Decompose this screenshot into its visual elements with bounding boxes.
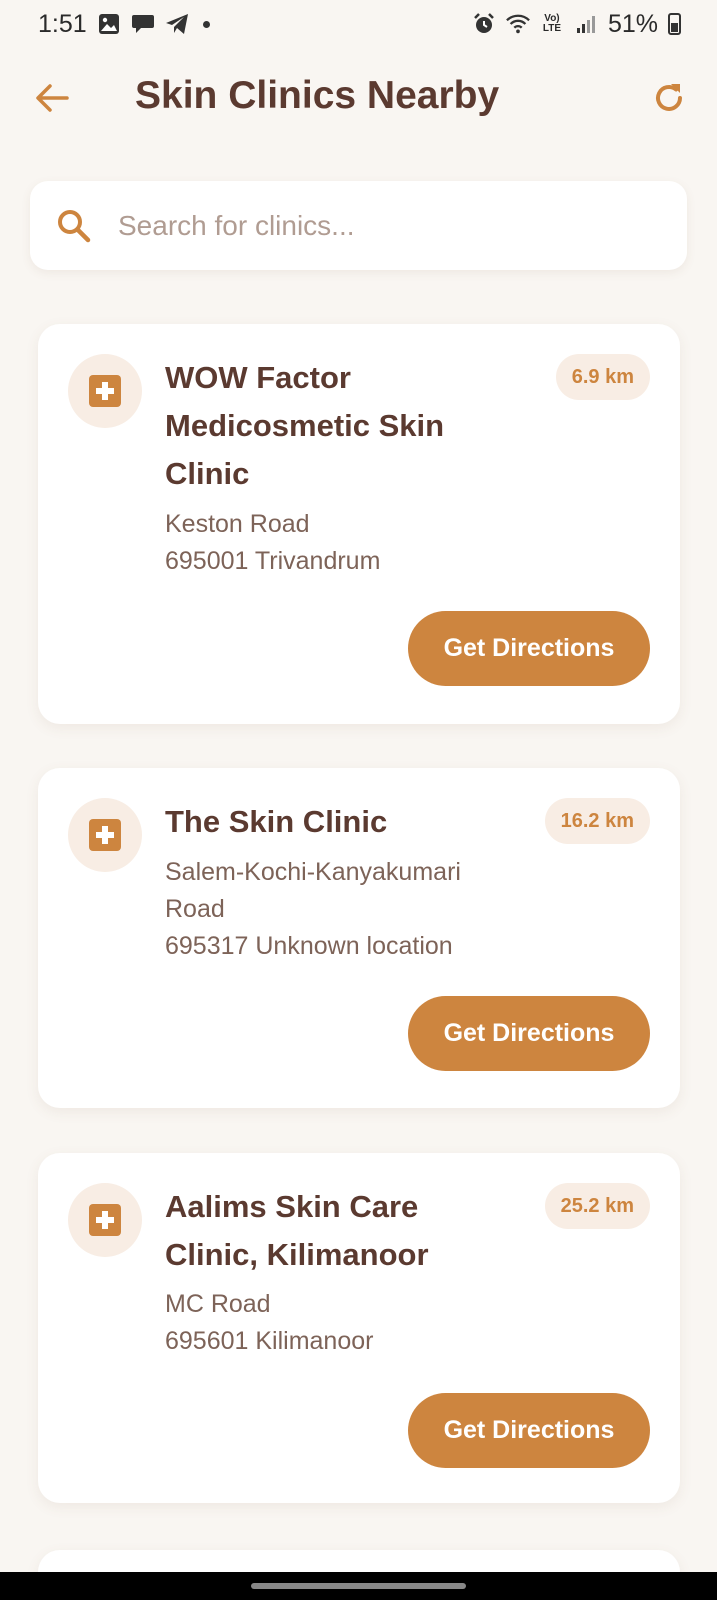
search-box[interactable]: [30, 181, 687, 270]
address-line-street: Keston Road: [165, 510, 310, 538]
clinic-name: Aalims Skin Care Clinic, Kilimanoor: [165, 1189, 429, 1272]
alarm-icon: [472, 12, 496, 36]
wifi-icon: [506, 12, 530, 36]
refresh-icon: [656, 84, 682, 111]
address-line-city: 695601 Kilimanoor: [165, 1327, 374, 1355]
lte-icon: Vo) LTE: [542, 13, 562, 34]
system-nav-bar: [0, 1572, 717, 1600]
search-icon: [58, 209, 91, 242]
medical-cross-icon: [89, 375, 121, 407]
get-directions-button[interactable]: Get Directions: [408, 611, 650, 686]
notification-dot-icon: [202, 20, 210, 28]
search-input[interactable]: [118, 209, 638, 242]
gallery-icon: [97, 12, 121, 36]
battery-percent: 51%: [607, 9, 658, 38]
status-right: Vo) LTE 51%: [472, 10, 681, 39]
address-line-city: 695317 Unknown location: [165, 932, 453, 960]
clinic-icon-wrapper: [68, 1183, 142, 1257]
distance-badge: 25.2 km: [544, 1183, 650, 1229]
distance-badge: 16.2 km: [544, 798, 650, 844]
telegram-icon: [165, 12, 189, 36]
clinic-card[interactable]: The Skin Clinic 16.2 km Salem-Kochi-Kany…: [38, 768, 680, 1108]
back-button[interactable]: [32, 78, 72, 118]
medical-cross-icon: [89, 819, 121, 851]
address-line-street: Salem-Kochi-Kanyakumari Road: [165, 858, 461, 923]
get-directions-button[interactable]: Get Directions: [408, 1393, 650, 1468]
arrow-left-icon: [36, 84, 69, 112]
clinic-icon-wrapper: [68, 354, 142, 428]
page-title: Skin Clinics Nearby: [135, 74, 500, 117]
refresh-button[interactable]: [649, 78, 689, 118]
status-time: 1:51: [38, 9, 87, 38]
medical-cross-icon: [89, 1204, 121, 1236]
address-line-street: MC Road: [165, 1290, 271, 1318]
get-directions-button[interactable]: Get Directions: [408, 996, 650, 1071]
status-bar: 1:51 Vo) LTE 51%: [0, 0, 717, 48]
app-bar: Skin Clinics Nearby: [0, 58, 717, 138]
address-line-city: 695001 Trivandrum: [165, 547, 381, 575]
clinic-address: MC Road 695601 Kilimanoor: [165, 1286, 495, 1360]
clinic-address: Keston Road 695001 Trivandrum: [165, 506, 495, 580]
clinic-card[interactable]: Aalims Skin Care Clinic, Kilimanoor 25.2…: [38, 1153, 680, 1503]
status-left: 1:51: [38, 10, 210, 39]
clinic-address: Salem-Kochi-Kanyakumari Road 695317 Unkn…: [165, 854, 495, 965]
distance-badge: 6.9 km: [555, 354, 650, 400]
signal-icon: [574, 12, 598, 36]
home-gesture-handle[interactable]: [251, 1583, 466, 1589]
clinic-card[interactable]: WOW Factor Medicosmetic Skin Clinic 6.9 …: [38, 324, 680, 724]
battery-icon: [668, 13, 681, 35]
clinic-name: WOW Factor Medicosmetic Skin Clinic: [165, 360, 445, 491]
clinic-name: The Skin Clinic: [165, 804, 388, 839]
clinic-icon-wrapper: [68, 798, 142, 872]
message-icon: [131, 12, 155, 36]
